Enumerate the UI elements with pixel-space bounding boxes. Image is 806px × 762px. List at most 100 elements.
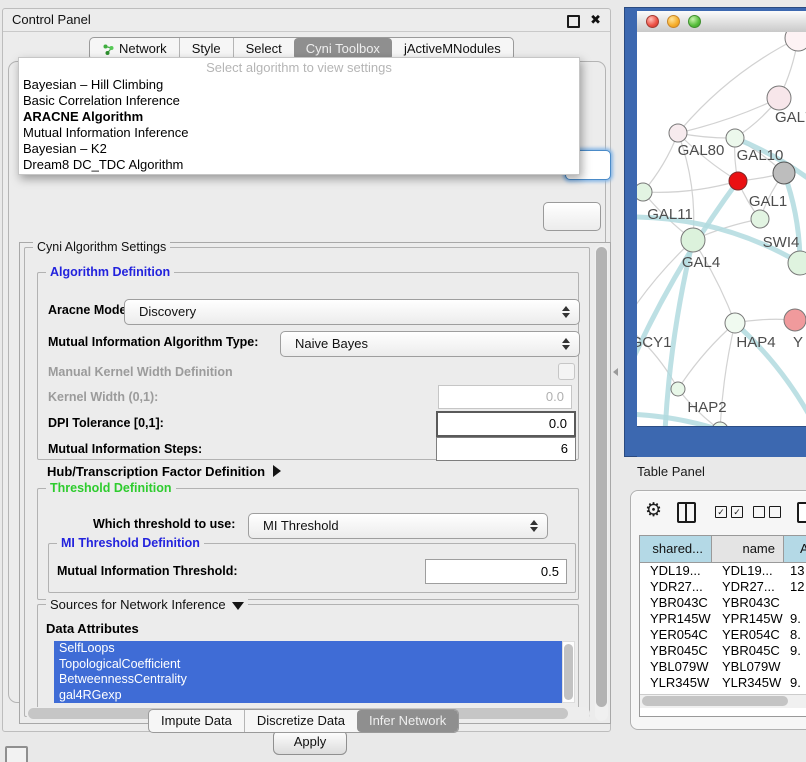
table-row[interactable]: YBR043CYBR043C <box>640 595 806 611</box>
table-row[interactable]: YDR27...YDR27...12 <box>640 579 806 595</box>
splitter-collapse-icon[interactable] <box>613 368 618 376</box>
bottom-tab-discretize-data[interactable]: Discretize Data <box>244 710 357 732</box>
column-header[interactable]: name <box>712 536 784 562</box>
table-cell: YBL079W <box>714 659 788 675</box>
node-label: GAL10 <box>737 147 784 164</box>
table-header-row: shared...nameA <box>640 536 806 563</box>
table-cell: YBR045C <box>714 643 788 659</box>
attribute-item[interactable]: SelfLoops <box>54 641 562 657</box>
which-threshold-value: MI Threshold <box>263 514 339 538</box>
minimize-traffic-light-icon[interactable] <box>667 15 680 28</box>
network-node-hap2[interactable] <box>671 382 685 396</box>
table-cell: 12 <box>788 579 806 595</box>
table-row[interactable]: YBR045CYBR045C9. <box>640 643 806 659</box>
select-all-icon[interactable]: ✓✓ <box>715 506 743 518</box>
aracne-mode-combobox[interactable]: Discovery <box>124 299 580 325</box>
kernel-width-field[interactable]: 0.0 <box>438 385 572 409</box>
network-node-gal7[interactable] <box>767 86 791 110</box>
manual-kernel-checkbox[interactable] <box>558 363 575 380</box>
network-node-y[interactable] <box>784 309 806 331</box>
algorithm-option[interactable]: Dream8 DC_TDC Algorithm <box>21 157 577 173</box>
network-node[interactable] <box>785 32 806 51</box>
settings-vertical-scrollbar[interactable] <box>595 245 608 721</box>
algorithm-option[interactable]: Mutual Information Inference <box>21 125 577 141</box>
table-cell: YBR043C <box>640 595 714 611</box>
threshold-definition-title: Threshold Definition <box>46 481 176 495</box>
network-window-titlebar[interactable] <box>637 11 806 33</box>
table-row[interactable]: YLR345WYLR345W9. <box>640 675 806 691</box>
network-edge[interactable] <box>693 240 735 323</box>
screen: Control Panel ✖ NetworkStyleSelectCyni T… <box>0 0 806 762</box>
table-cell: YDL19... <box>640 563 714 579</box>
table-cell: YBR043C <box>714 595 788 611</box>
column-layout-icon[interactable] <box>677 502 696 523</box>
attributes-list-scrollbar[interactable] <box>562 641 575 703</box>
algorithm-option[interactable]: Basic Correlation Inference <box>21 93 577 109</box>
gear-icon[interactable]: ⚙ <box>645 499 662 522</box>
table-function-icon[interactable] <box>797 502 806 523</box>
table-cell <box>788 659 806 675</box>
network-canvas[interactable]: GAL7GAL80GAL10GAL1GAL11SWI4GAL4GCY1HAP4Y… <box>637 32 806 426</box>
scrollbar-thumb[interactable] <box>642 696 788 706</box>
attribute-item[interactable]: BetweennessCentrality <box>54 672 562 688</box>
network-node[interactable] <box>773 162 795 184</box>
attribute-item[interactable]: gal4RGexp <box>54 688 562 704</box>
network-node-gal10[interactable] <box>726 129 744 147</box>
scrollbar-thumb[interactable] <box>564 644 573 700</box>
network-edge[interactable] <box>678 323 735 389</box>
float-window-icon[interactable] <box>567 15 580 28</box>
algorithm-definition-title: Algorithm Definition <box>46 265 174 279</box>
column-header[interactable]: A <box>784 536 806 562</box>
collapsed-arrow-icon <box>273 465 281 477</box>
scrollbar-thumb[interactable] <box>596 247 607 707</box>
column-header[interactable]: shared... <box>640 536 712 562</box>
aracne-mode-value: Discovery <box>139 300 196 324</box>
table-row[interactable]: YBL079WYBL079W <box>640 659 806 675</box>
mi-type-combobox[interactable]: Naive Bayes <box>280 331 580 357</box>
attribute-item[interactable]: TopologicalCoefficient <box>54 657 562 673</box>
mi-threshold-field[interactable]: 0.5 <box>425 559 567 584</box>
node-label: GAL7 <box>775 109 806 126</box>
data-table-combobox-partial[interactable] <box>543 202 601 231</box>
sources-toggle[interactable]: Sources for Network Inference <box>46 597 248 612</box>
table-row[interactable]: YDL19...YDL19...13 <box>640 563 806 579</box>
data-attributes-list[interactable]: SelfLoopsTopologicalCoefficientBetweenne… <box>54 641 562 703</box>
apply-button[interactable]: Apply <box>273 730 347 755</box>
bottom-tab-impute-data[interactable]: Impute Data <box>149 710 244 732</box>
network-node-gal80[interactable] <box>669 124 687 142</box>
zoom-traffic-light-icon[interactable] <box>688 15 701 28</box>
network-node-gal4[interactable] <box>681 228 705 252</box>
algorithm-option[interactable]: ARACNE Algorithm <box>21 109 577 125</box>
node-label: GAL11 <box>647 206 693 223</box>
hub-factor-definition-toggle[interactable]: Hub/Transcription Factor Definition <box>47 464 281 479</box>
table-row[interactable]: YER054CYER054C8. <box>640 627 806 643</box>
collapsed-panel-icon[interactable] <box>5 746 28 762</box>
close-traffic-light-icon[interactable] <box>646 15 659 28</box>
close-icon[interactable]: ✖ <box>590 12 601 28</box>
node-table: shared...nameA YDL19...YDL19...13YDR27..… <box>639 535 806 717</box>
network-edge[interactable] <box>643 133 678 192</box>
algorithm-option[interactable]: Bayesian – Hill Climbing <box>21 77 577 93</box>
node-label: GAL1 <box>749 193 787 210</box>
table-horizontal-scrollbar[interactable] <box>640 694 806 708</box>
table-cell: YPR145W <box>714 611 788 627</box>
table-cell: YBR045C <box>640 643 714 659</box>
table-cell: YBL079W <box>640 659 714 675</box>
network-node-gal11[interactable] <box>637 183 652 201</box>
table-cell: YDL19... <box>714 563 788 579</box>
node-label: SWI4 <box>763 234 800 251</box>
table-row[interactable]: YPR145WYPR145W9. <box>640 611 806 627</box>
bottom-tab-infer-network[interactable]: Infer Network <box>357 710 458 732</box>
mi-steps-field[interactable]: 6 <box>436 437 576 461</box>
network-node-hap4[interactable] <box>725 313 745 333</box>
which-threshold-combobox[interactable]: MI Threshold <box>248 513 548 539</box>
network-node-gal1[interactable] <box>751 210 769 228</box>
which-threshold-label: Which threshold to use: <box>93 517 235 531</box>
table-cell: 9. <box>788 611 806 627</box>
network-node-swi4[interactable] <box>788 251 806 275</box>
network-node[interactable] <box>729 172 747 190</box>
dpi-tolerance-field[interactable]: 0.0 <box>436 411 576 437</box>
deselect-all-icon[interactable] <box>753 506 781 518</box>
algorithm-option[interactable]: Bayesian – K2 <box>21 141 577 157</box>
node-label: GCY1 <box>637 334 671 351</box>
